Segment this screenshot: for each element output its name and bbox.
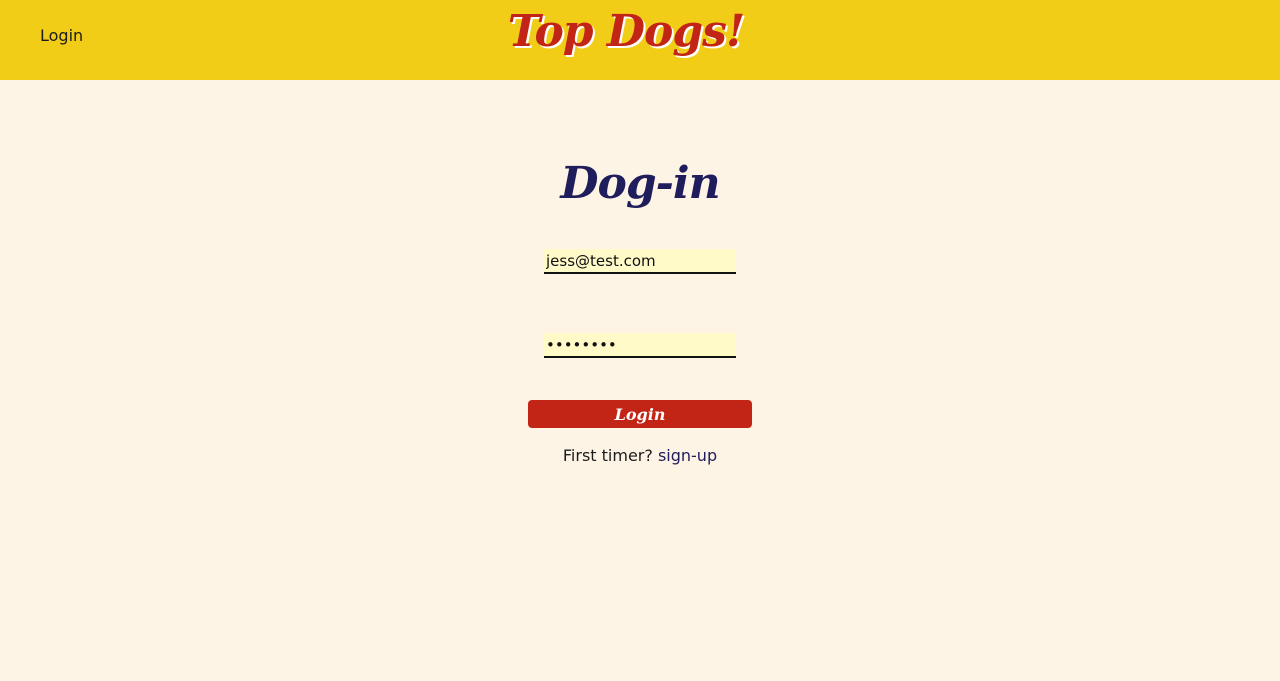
- signup-prompt: First timer? sign-up: [0, 446, 1280, 465]
- signup-prompt-text: First timer?: [562, 446, 653, 465]
- signup-link[interactable]: sign-up: [658, 446, 717, 465]
- email-field[interactable]: [544, 249, 736, 274]
- password-field[interactable]: [544, 333, 736, 358]
- brand-logo[interactable]: Top Dogs!: [0, 6, 1252, 57]
- header-bar: Login Top Dogs!: [0, 0, 1280, 80]
- page-title: Dog-in: [560, 158, 720, 209]
- login-button[interactable]: Login: [528, 400, 752, 428]
